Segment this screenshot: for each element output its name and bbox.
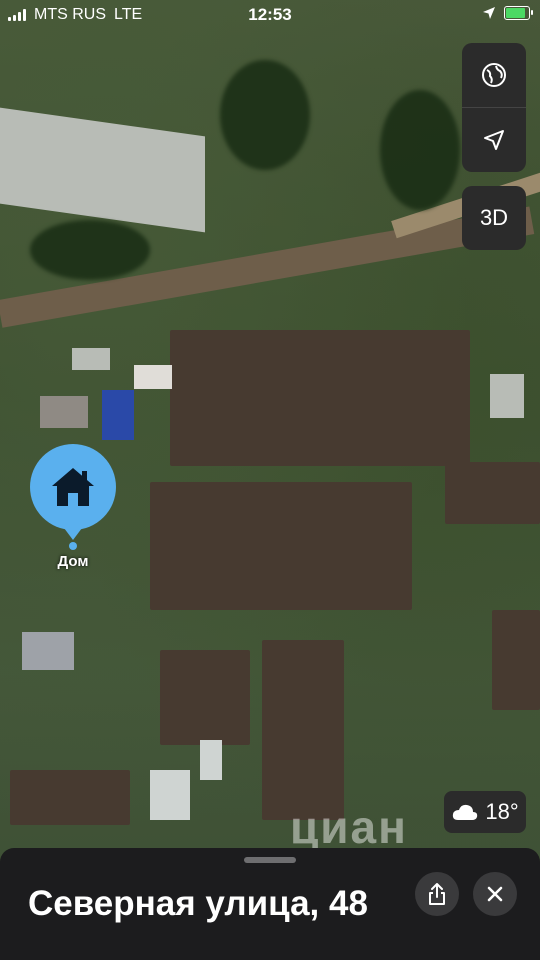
watermark: циан ID 306920040	[290, 800, 428, 873]
watermark-logo: циан	[290, 801, 408, 853]
map-controls	[462, 43, 526, 172]
field-plot	[150, 482, 412, 610]
field-plot	[160, 650, 250, 745]
tree-cluster	[220, 60, 310, 170]
close-icon	[487, 886, 503, 902]
temperature: 18°	[485, 799, 519, 824]
house-roof	[102, 390, 134, 440]
weather-badge[interactable]: 18°	[444, 791, 526, 833]
locate-me-button[interactable]	[462, 108, 526, 172]
close-button[interactable]	[473, 872, 517, 916]
share-icon	[429, 883, 445, 905]
greenhouse	[200, 740, 222, 780]
status-bar: MTS RUS LTE 12:53	[0, 0, 540, 30]
globe-icon	[482, 63, 506, 87]
clock: 12:53	[248, 5, 292, 24]
location-arrow-icon	[484, 130, 504, 150]
battery-icon	[504, 6, 533, 20]
field-plot	[262, 640, 344, 820]
house-icon	[52, 468, 94, 506]
field-plot	[10, 770, 130, 825]
tree-cluster	[380, 90, 460, 210]
place-title: Северная улица, 48	[28, 884, 368, 923]
globe-button[interactable]	[462, 43, 526, 107]
field-plot	[492, 610, 540, 710]
place-card-sheet[interactable]: Северная улица, 48	[0, 848, 540, 960]
share-button[interactable]	[415, 872, 459, 916]
house-roof	[40, 396, 88, 428]
house-roof	[134, 365, 172, 389]
greenhouse	[150, 770, 190, 820]
3d-toggle-button[interactable]: 3D	[462, 186, 526, 250]
house-roof	[72, 348, 110, 370]
pin-label[interactable]: Дом	[40, 553, 106, 570]
home-pin[interactable]	[30, 444, 116, 540]
sheet-grabber[interactable]	[244, 857, 296, 863]
field-plot	[445, 462, 540, 524]
house-roof	[490, 374, 524, 418]
house-roof	[22, 632, 74, 670]
cloud-icon	[453, 804, 478, 820]
field-plot	[170, 330, 470, 466]
tree-cluster	[30, 220, 150, 280]
building-roof	[0, 107, 205, 233]
pin-anchor-dot	[69, 542, 77, 550]
location-services-icon	[483, 7, 495, 19]
